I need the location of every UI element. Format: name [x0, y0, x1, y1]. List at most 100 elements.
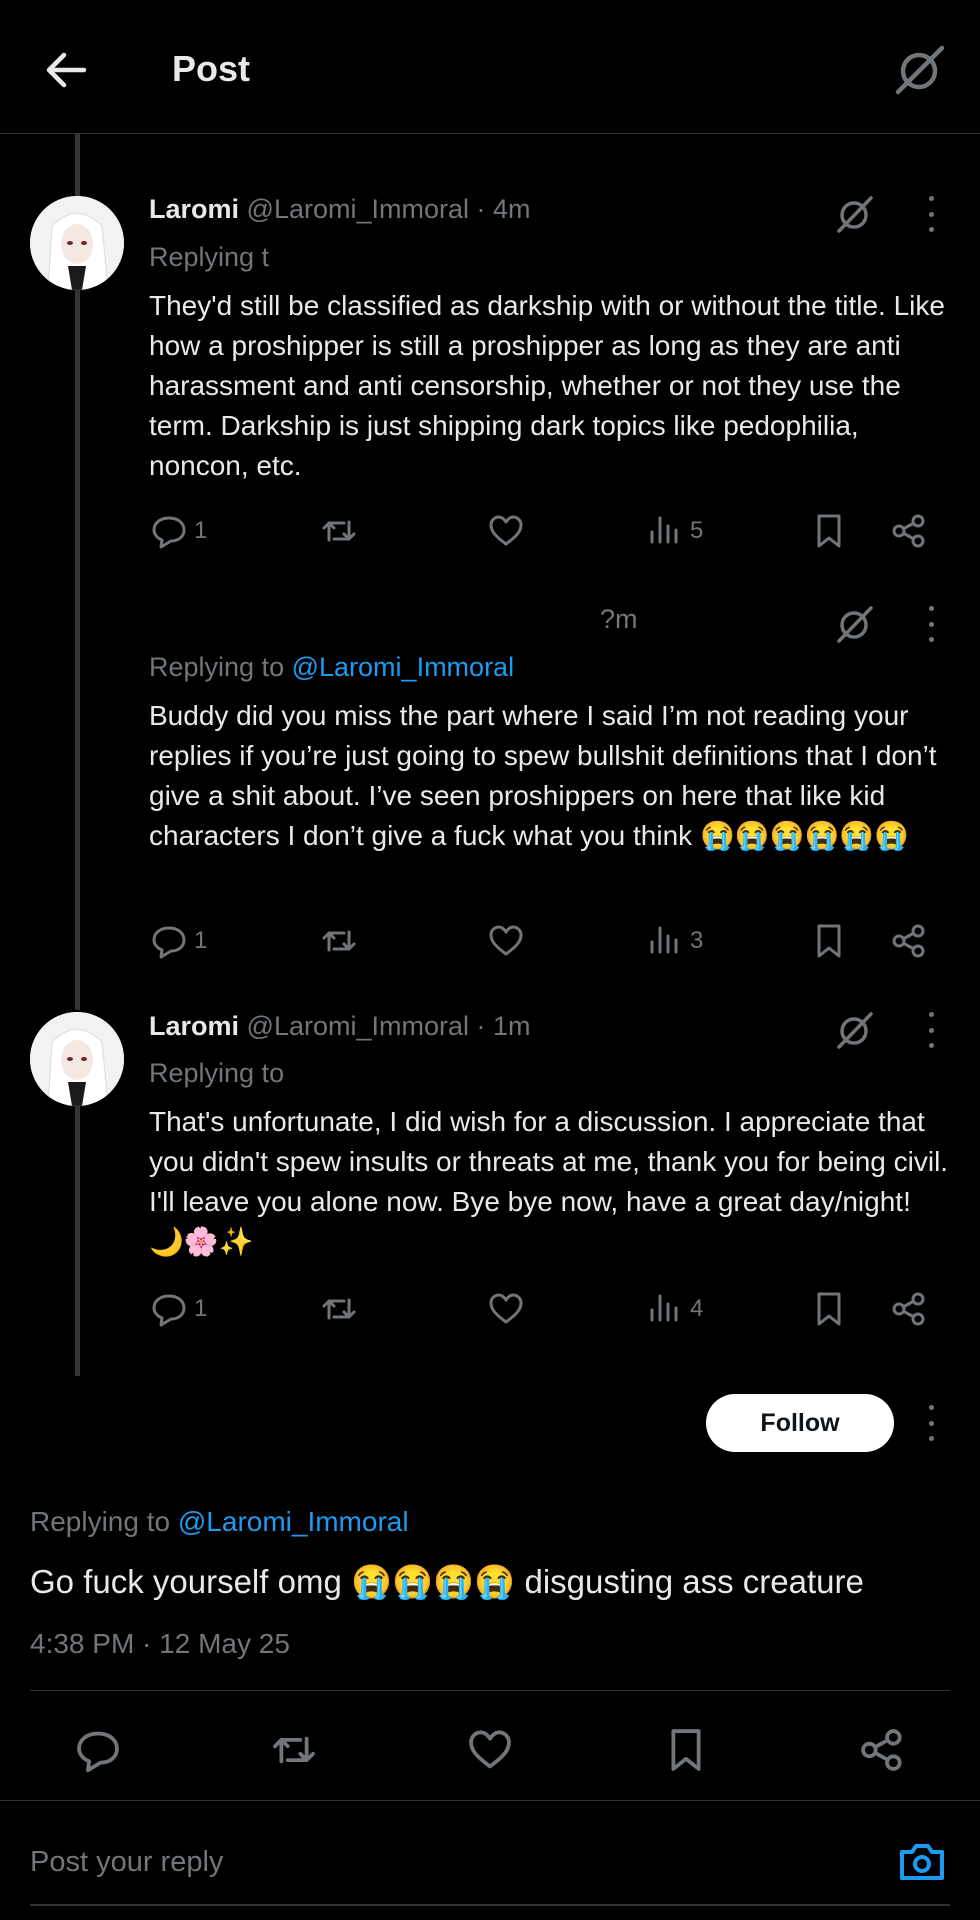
share-button[interactable] — [890, 1290, 928, 1328]
replying-handle[interactable]: @Laromi_Immoral — [292, 652, 514, 682]
divider — [0, 1800, 980, 1801]
like-button[interactable] — [466, 1726, 514, 1779]
views-icon — [650, 926, 678, 954]
share-button[interactable] — [890, 512, 928, 550]
reply-button[interactable]: 1 — [150, 512, 207, 550]
more-button[interactable] — [925, 1012, 937, 1048]
retweet-icon — [322, 1298, 356, 1320]
replying-prefix: Replying to — [149, 652, 285, 682]
grok-button[interactable] — [890, 40, 950, 100]
reply-icon — [152, 516, 186, 549]
replying-prefix: Replying to — [30, 1506, 171, 1537]
replying-prefix: Replying to — [149, 1058, 285, 1088]
replying-to: Replying t — [149, 242, 269, 273]
heart-icon — [469, 1730, 511, 1769]
retweet-icon — [322, 930, 356, 952]
views-button[interactable]: 3 — [646, 922, 703, 960]
reply-icon — [152, 926, 186, 959]
grok-icon — [837, 196, 873, 233]
tweet-text: They'd still be classified as darkship w… — [149, 290, 945, 481]
top-bar — [0, 0, 980, 134]
handle-time: @Laromi_Immoral · 1m — [246, 1011, 531, 1041]
bookmark-icon — [671, 1729, 701, 1771]
thread-line — [75, 290, 80, 1010]
page-title: Post — [172, 48, 251, 89]
tweet-header: ?m — [600, 604, 638, 635]
thread-line — [75, 134, 80, 200]
reply-icon — [77, 1731, 119, 1773]
replying-prefix: Replying t — [149, 242, 270, 272]
replying-handle[interactable]: @Laromi_Immoral — [178, 1506, 409, 1537]
tweet-text: That's unfortunate, I did wish for a dis… — [149, 1106, 949, 1257]
avatar[interactable] — [30, 196, 124, 290]
more-button[interactable] — [925, 1405, 937, 1441]
bookmark-button[interactable] — [810, 512, 848, 550]
grok-button[interactable] — [833, 192, 877, 241]
avatar[interactable] — [30, 1012, 124, 1106]
post-text: Go fuck yourself omg 😭😭😭😭 disgusting ass… — [30, 1563, 864, 1600]
display-name[interactable]: Laromi — [149, 194, 239, 224]
back-button[interactable] — [40, 44, 92, 96]
bookmark-icon — [817, 1292, 841, 1326]
reply-button[interactable]: 1 — [150, 922, 207, 960]
share-icon — [861, 1729, 902, 1771]
partial-action-row — [150, 118, 930, 140]
retweet-icon — [273, 1736, 315, 1764]
heart-icon — [489, 515, 523, 546]
share-icon — [892, 924, 925, 958]
more-button[interactable] — [925, 606, 937, 642]
like-button[interactable] — [487, 1290, 525, 1328]
tweet-header: Laromi @Laromi_Immoral · 4m — [149, 194, 531, 225]
replying-to: Replying to @Laromi_Immoral — [30, 1506, 409, 1538]
bookmark-button[interactable] — [810, 1290, 848, 1328]
like-button[interactable] — [487, 922, 525, 960]
reply-button[interactable] — [74, 1726, 122, 1779]
like-button[interactable] — [487, 512, 525, 550]
retweet-button[interactable] — [320, 922, 358, 960]
thread-line — [75, 1104, 80, 1376]
avatar-image — [30, 196, 124, 290]
bookmark-button[interactable] — [810, 922, 848, 960]
camera-button[interactable] — [896, 1836, 948, 1893]
composer-underline — [30, 1904, 950, 1906]
replying-to: Replying to — [149, 1058, 284, 1089]
bookmark-icon — [817, 924, 841, 958]
view-count: 5 — [690, 517, 704, 544]
view-count: 4 — [690, 1295, 704, 1322]
retweet-button[interactable] — [270, 1726, 318, 1779]
grok-button[interactable] — [833, 602, 877, 651]
reply-count: 1 — [194, 517, 208, 544]
arrow-left-icon — [46, 52, 87, 88]
reply-input[interactable]: Post your reply — [30, 1846, 223, 1879]
post-timestamp[interactable]: 4:38 PM · 12 May 25 — [30, 1628, 290, 1660]
bookmark-icon — [817, 514, 841, 548]
follow-button[interactable]: Follow — [706, 1394, 894, 1452]
reply-count: 1 — [194, 1295, 208, 1322]
camera-icon — [900, 1844, 944, 1880]
views-button[interactable]: 5 — [646, 512, 703, 550]
reply-button[interactable]: 1 — [150, 1290, 207, 1328]
retweet-button[interactable] — [320, 512, 358, 550]
grok-icon — [895, 45, 945, 95]
reply-count: 1 — [194, 927, 208, 954]
grok-icon — [837, 606, 873, 643]
share-icon — [892, 1292, 925, 1326]
retweet-icon — [322, 520, 356, 542]
views-icon — [650, 1294, 678, 1322]
share-button[interactable] — [858, 1726, 906, 1779]
grok-button[interactable] — [833, 1008, 877, 1057]
handle-time: ?m — [600, 604, 638, 634]
heart-icon — [489, 1293, 523, 1324]
bookmark-button[interactable] — [662, 1726, 710, 1779]
views-button[interactable]: 4 — [646, 1290, 703, 1328]
retweet-button[interactable] — [320, 1290, 358, 1328]
share-button[interactable] — [890, 922, 928, 960]
tweet-header: Laromi @Laromi_Immoral · 1m — [149, 1011, 531, 1042]
avatar-image — [30, 1012, 124, 1106]
display-name[interactable]: Laromi — [149, 1011, 239, 1041]
handle-time: @Laromi_Immoral · 4m — [246, 194, 531, 224]
divider — [30, 1690, 950, 1691]
heart-icon — [489, 925, 523, 956]
more-button[interactable] — [925, 196, 937, 232]
grok-icon — [837, 1012, 873, 1049]
